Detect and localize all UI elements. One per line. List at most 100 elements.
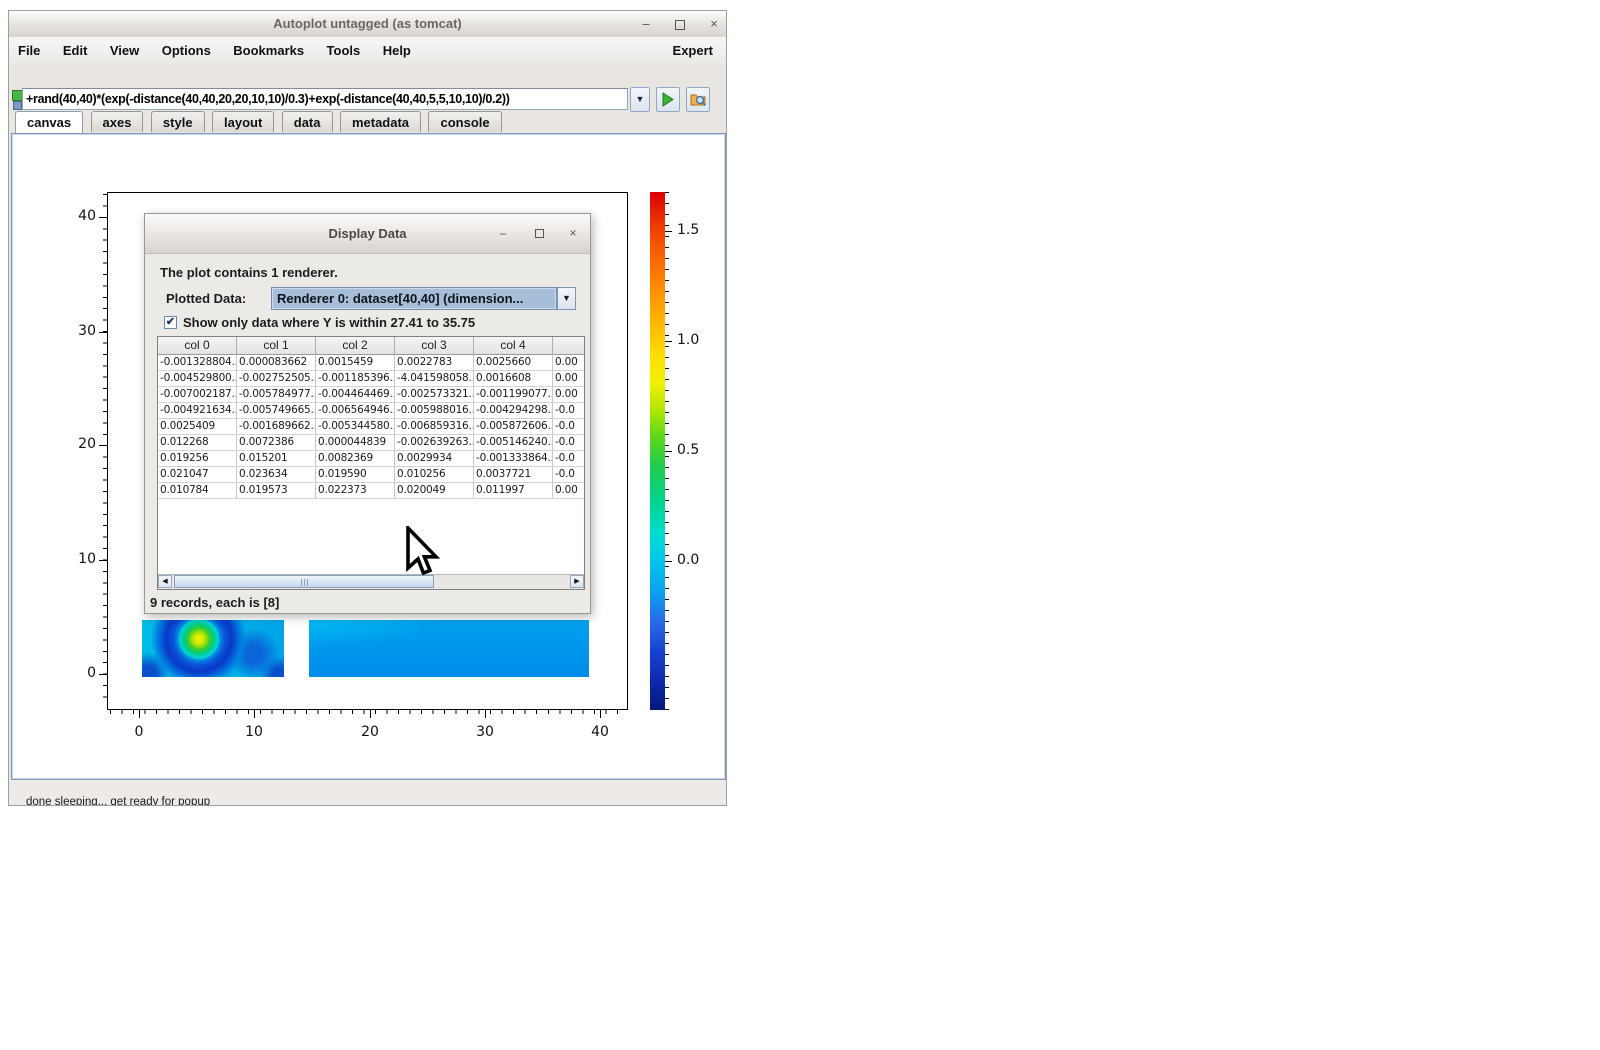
plot-canvas[interactable]: 40 30 20 10 0 0 10 20 30 40 1.5 1.0 0.5 …: [11, 133, 726, 780]
inspect-uri-button[interactable]: [686, 87, 710, 112]
column-header[interactable]: col 2: [316, 337, 395, 355]
go-button[interactable]: [656, 87, 680, 112]
table-cell[interactable]: 0.0082369: [316, 451, 395, 467]
filter-checkbox[interactable]: ✔: [164, 316, 177, 329]
table-cell[interactable]: 0.0029934: [395, 451, 474, 467]
table-cell[interactable]: -4.041598058...: [395, 371, 474, 387]
menu-options[interactable]: Options: [153, 37, 220, 58]
table-cell[interactable]: -0.0: [553, 419, 585, 435]
table-cell[interactable]: -0.001328804...: [158, 355, 237, 371]
table-row[interactable]: 0.0107840.0195730.0223730.0200490.011997…: [158, 483, 585, 499]
table-cell[interactable]: 0.022373: [316, 483, 395, 499]
heatmap-strip-left[interactable]: [142, 620, 284, 677]
uri-input[interactable]: +rand(40,40)*(exp(-distance(40,40,20,20,…: [22, 88, 628, 110]
column-header[interactable]: col 0: [158, 337, 237, 355]
dialog-close-icon[interactable]: ×: [565, 226, 581, 242]
table-cell[interactable]: -0.005988016...: [395, 403, 474, 419]
table-cell[interactable]: -0.005784977...: [237, 387, 316, 403]
table-cell[interactable]: -0.004921634...: [158, 403, 237, 419]
menu-edit[interactable]: Edit: [54, 37, 97, 58]
dialog-maximize-icon[interactable]: [531, 226, 547, 242]
uri-dropdown-icon[interactable]: ▼: [630, 87, 650, 112]
table-cell[interactable]: -0.0: [553, 403, 585, 419]
table-cell[interactable]: 0.0016608: [474, 371, 553, 387]
colorbar[interactable]: [650, 192, 665, 710]
table-cell[interactable]: 0.0022783: [395, 355, 474, 371]
table-row[interactable]: 0.0192560.0152010.00823690.0029934-0.001…: [158, 451, 585, 467]
table-cell[interactable]: 0.00: [553, 355, 585, 371]
plotted-data-select[interactable]: Renderer 0: dataset[40,40] (dimension...: [271, 287, 557, 310]
table-cell[interactable]: -0.005344580...: [316, 419, 395, 435]
table-cell[interactable]: 0.00: [553, 483, 585, 499]
table-cell[interactable]: 0.00: [553, 371, 585, 387]
table-cell[interactable]: -0.004294298...: [474, 403, 553, 419]
table-cell[interactable]: -0.005749665...: [237, 403, 316, 419]
table-cell[interactable]: -0.007002187...: [158, 387, 237, 403]
table-cell[interactable]: -0.0: [553, 467, 585, 483]
tab-layout[interactable]: layout: [212, 111, 274, 132]
table-cell[interactable]: 0.0072386: [237, 435, 316, 451]
expert-toggle[interactable]: Expert: [673, 43, 713, 58]
table-row[interactable]: 0.0122680.00723860.000044839-0.002639263…: [158, 435, 585, 451]
table-cell[interactable]: 0.011997: [474, 483, 553, 499]
table-cell[interactable]: -0.001333864...: [474, 451, 553, 467]
table-cell[interactable]: 0.0015459: [316, 355, 395, 371]
table-cell[interactable]: -0.002573321...: [395, 387, 474, 403]
menu-help[interactable]: Help: [374, 37, 420, 58]
table-row[interactable]: 0.0210470.0236340.0195900.0102560.003772…: [158, 467, 585, 483]
scroll-right-icon[interactable]: ▶: [570, 575, 584, 588]
table-cell[interactable]: -0.002752505...: [237, 371, 316, 387]
table-cell[interactable]: 0.019590: [316, 467, 395, 483]
table-row[interactable]: 0.0025409-0.001689662...-0.005344580...-…: [158, 419, 585, 435]
table-cell[interactable]: 0.0025409: [158, 419, 237, 435]
table-cell[interactable]: 0.023634: [237, 467, 316, 483]
column-header[interactable]: col 4: [474, 337, 553, 355]
table-cell[interactable]: 0.010784: [158, 483, 237, 499]
tab-axes[interactable]: axes: [91, 111, 144, 132]
table-row[interactable]: -0.001328804...0.0000836620.00154590.002…: [158, 355, 585, 371]
table-row[interactable]: -0.007002187...-0.005784977...-0.0044644…: [158, 387, 585, 403]
data-table[interactable]: col 0col 1col 2col 3col 4 -0.001328804..…: [157, 336, 585, 590]
scroll-left-icon[interactable]: ◀: [158, 575, 172, 588]
table-cell[interactable]: 0.0037721: [474, 467, 553, 483]
column-header[interactable]: col 1: [237, 337, 316, 355]
table-cell[interactable]: -0.004529800...: [158, 371, 237, 387]
table-cell[interactable]: 0.00: [553, 387, 585, 403]
column-header[interactable]: [553, 337, 585, 355]
tab-metadata[interactable]: metadata: [340, 111, 421, 132]
table-cell[interactable]: 0.019256: [158, 451, 237, 467]
tab-style[interactable]: style: [151, 111, 205, 132]
scrollbar-thumb[interactable]: [174, 575, 434, 588]
table-cell[interactable]: -0.006564946...: [316, 403, 395, 419]
table-cell[interactable]: -0.0: [553, 435, 585, 451]
tab-canvas[interactable]: canvas: [15, 111, 83, 133]
table-cell[interactable]: 0.010256: [395, 467, 474, 483]
menu-bookmarks[interactable]: Bookmarks: [224, 37, 313, 58]
table-cell[interactable]: -0.001185396...: [316, 371, 395, 387]
table-cell[interactable]: -0.005146240...: [474, 435, 553, 451]
heatmap-strip-right[interactable]: [309, 620, 589, 677]
table-cell[interactable]: -0.005872606...: [474, 419, 553, 435]
table-cell[interactable]: -0.0: [553, 451, 585, 467]
menu-tools[interactable]: Tools: [318, 37, 370, 58]
table-cell[interactable]: 0.000083662: [237, 355, 316, 371]
table-cell[interactable]: -0.006859316...: [395, 419, 474, 435]
table-cell[interactable]: 0.019573: [237, 483, 316, 499]
menu-file[interactable]: File: [9, 37, 49, 58]
table-cell[interactable]: -0.001199077...: [474, 387, 553, 403]
tab-console[interactable]: console: [428, 111, 501, 132]
horizontal-scrollbar[interactable]: ◀ ▶: [158, 574, 584, 589]
menu-view[interactable]: View: [101, 37, 148, 58]
dialog-minimize-icon[interactable]: –: [495, 226, 511, 242]
close-icon[interactable]: ×: [706, 17, 722, 32]
table-row[interactable]: -0.004921634...-0.005749665...-0.0065649…: [158, 403, 585, 419]
table-row[interactable]: -0.004529800...-0.002752505...-0.0011853…: [158, 371, 585, 387]
maximize-icon[interactable]: [672, 17, 688, 32]
table-cell[interactable]: 0.0025660: [474, 355, 553, 371]
column-header[interactable]: col 3: [395, 337, 474, 355]
table-cell[interactable]: 0.021047: [158, 467, 237, 483]
table-cell[interactable]: 0.015201: [237, 451, 316, 467]
window-titlebar[interactable]: Autoplot untagged (as tomcat) – ×: [9, 11, 726, 38]
minimize-icon[interactable]: –: [638, 17, 654, 32]
combo-dropdown-icon[interactable]: ▼: [557, 287, 576, 310]
